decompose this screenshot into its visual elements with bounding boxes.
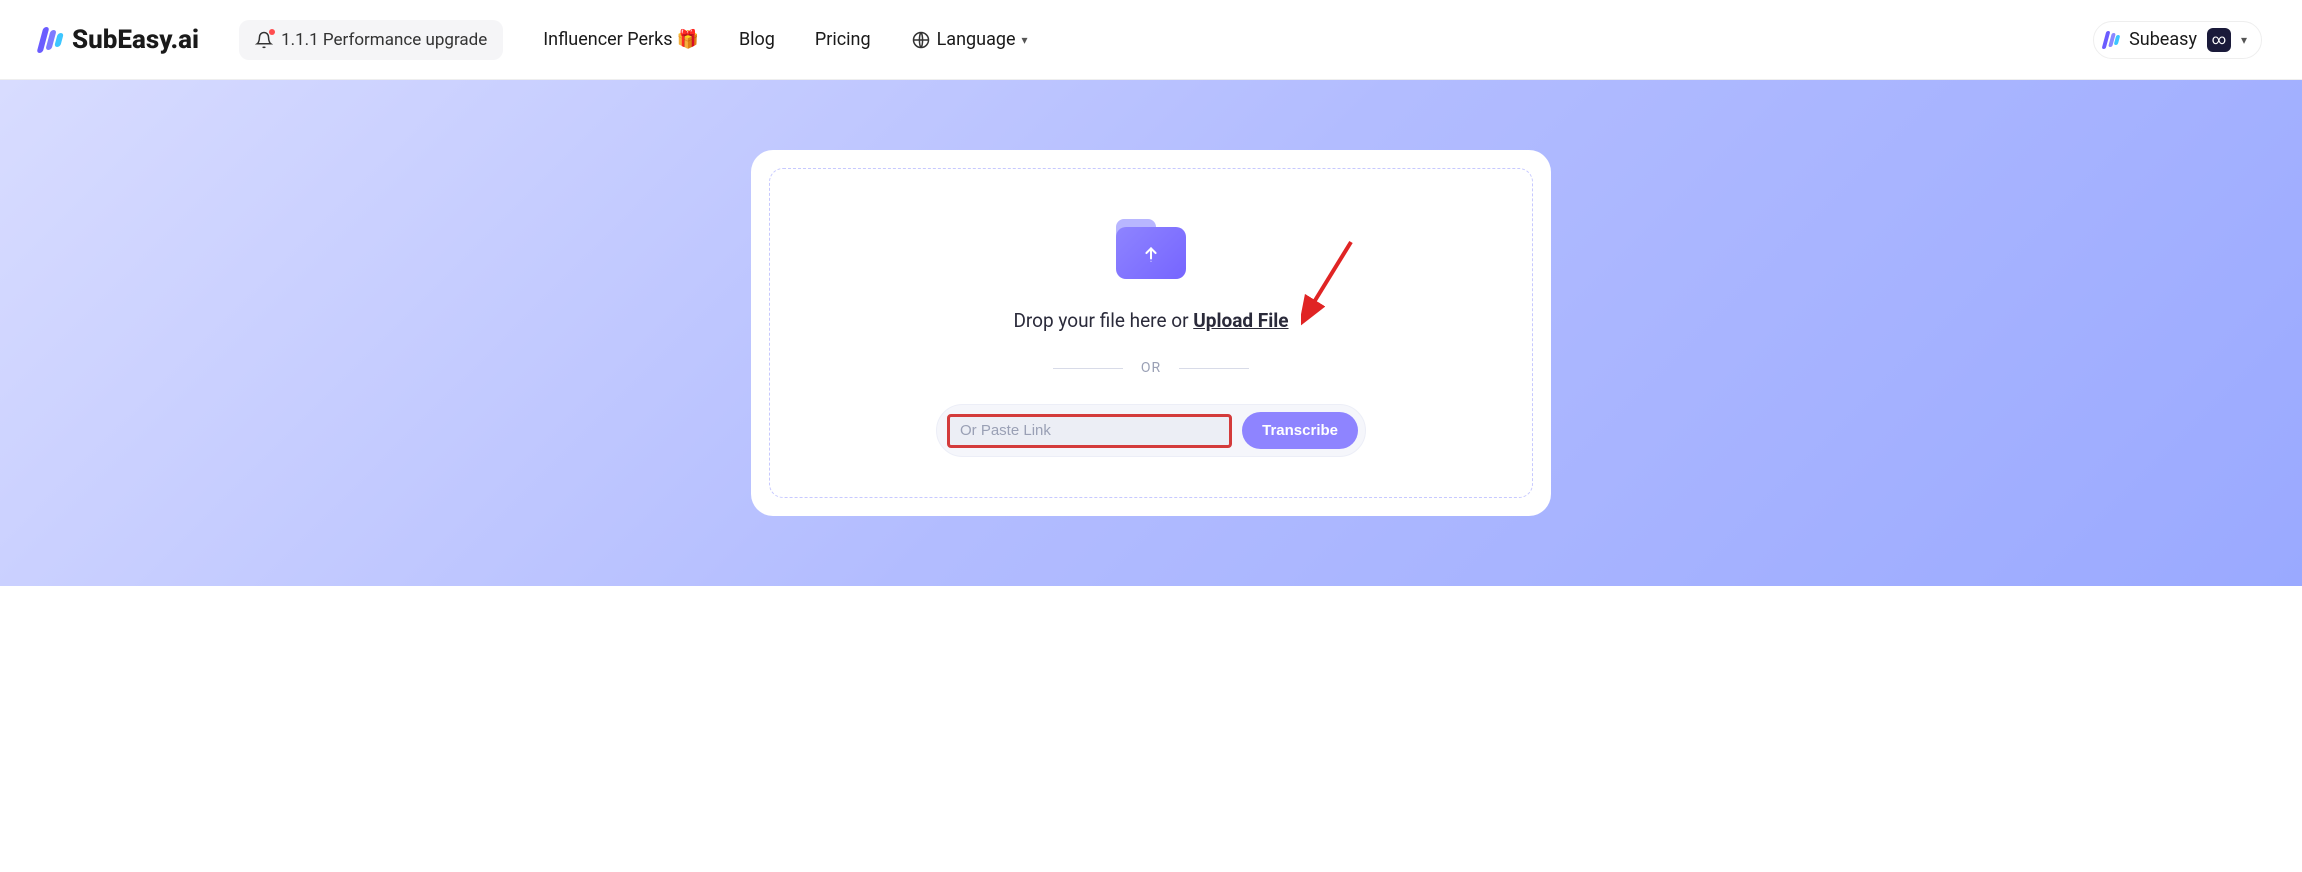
header-bar: SubEasy.ai 1.1.1 Performance upgrade Inf… — [0, 0, 2302, 80]
nav-blog[interactable]: Blog — [739, 29, 775, 50]
main-nav: 1.1.1 Performance upgrade Influencer Per… — [239, 20, 2053, 60]
transcribe-button[interactable]: Transcribe — [1242, 412, 1358, 449]
user-menu[interactable]: Subeasy ∞ ▾ — [2093, 21, 2262, 59]
chevron-down-icon: ▾ — [1022, 33, 1028, 47]
nav-pricing[interactable]: Pricing — [815, 29, 871, 50]
announcement-text: 1.1.1 Performance upgrade — [281, 30, 487, 50]
drop-text-prefix: Drop your file here or — [1013, 309, 1193, 332]
drop-zone[interactable]: Drop your file here or Upload File OR Tr… — [769, 168, 1533, 498]
link-input-row: Transcribe — [936, 404, 1366, 457]
paste-link-input[interactable] — [960, 422, 1219, 439]
or-label: OR — [1141, 360, 1161, 376]
nav-influencer-label: Influencer Perks — [543, 29, 672, 50]
globe-icon — [911, 30, 931, 50]
user-name: Subeasy — [2129, 29, 2197, 50]
gift-icon: 🎁 — [677, 29, 699, 50]
brand-name: SubEasy.ai — [72, 25, 199, 55]
announcement-pill[interactable]: 1.1.1 Performance upgrade — [239, 20, 503, 60]
drop-text: Drop your file here or Upload File — [1013, 309, 1288, 332]
bell-icon — [255, 31, 273, 49]
annotation-arrow-icon — [1301, 237, 1361, 327]
or-divider: OR — [1053, 360, 1249, 376]
upload-folder-icon — [1116, 219, 1186, 279]
link-input-highlight — [947, 414, 1232, 448]
nav-influencer-perks[interactable]: Influencer Perks🎁 — [543, 29, 699, 50]
hero-section: Drop your file here or Upload File OR Tr… — [0, 80, 2302, 586]
chevron-down-icon: ▾ — [2241, 33, 2247, 47]
upload-file-link[interactable]: Upload File — [1193, 309, 1288, 332]
user-avatar-icon — [2102, 31, 2122, 49]
brand-logo-icon — [37, 27, 66, 53]
brand-logo[interactable]: SubEasy.ai — [40, 25, 199, 55]
upload-card: Drop your file here or Upload File OR Tr… — [751, 150, 1551, 516]
infinity-badge-icon: ∞ — [2207, 28, 2231, 52]
language-selector[interactable]: Language ▾ — [911, 29, 1028, 50]
language-label: Language — [937, 29, 1016, 50]
